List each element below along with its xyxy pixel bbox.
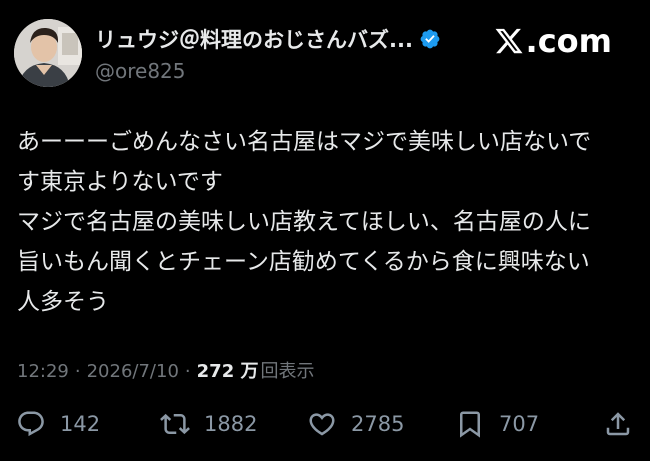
meta-separator: ·: [184, 361, 191, 382]
tweet-meta: 12:29 · 2026/7/10 · 272 万 回表示: [17, 357, 314, 383]
tweet-line: マジで名古屋の美味しい店教えてほしい、名古屋の人に: [17, 209, 591, 235]
brand-domain: .com: [525, 22, 612, 60]
tweet-time[interactable]: 12:29: [17, 361, 69, 382]
views-label: 回表示: [260, 361, 315, 382]
like-button[interactable]: 2785: [307, 404, 404, 444]
author-block: リュウジ＠料理のおじさんバズ... @ore825: [95, 23, 441, 83]
x-logo-icon: [495, 28, 523, 54]
tweet-text: あーーーごめんなさい名古屋はマジで美味しい店ないで す東京よりないです マジで名…: [17, 122, 637, 322]
author-handle[interactable]: @ore825: [95, 59, 441, 83]
verified-badge-icon: [420, 29, 440, 49]
avatar-image: [14, 19, 82, 87]
heart-icon: [309, 413, 335, 436]
tweet-line: 人多そう: [17, 289, 109, 315]
display-name[interactable]: リュウジ＠料理のおじさんバズ...: [95, 24, 413, 54]
bookmark-button[interactable]: 707: [455, 404, 539, 444]
reply-button[interactable]: 142: [16, 404, 100, 444]
tweet-line: す東京よりないです: [17, 169, 223, 195]
action-bar: 142 1882 2785 707: [0, 404, 650, 444]
repost-icon: [160, 413, 190, 435]
bookmark-count: 707: [499, 412, 540, 436]
x-brand: .com: [494, 22, 612, 60]
tweet-date[interactable]: 2026/7/10: [87, 361, 179, 382]
tweet-line: あーーーごめんなさい名古屋はマジで美味しい店ないで: [17, 129, 592, 155]
reply-count: 142: [60, 412, 101, 436]
avatar[interactable]: [14, 19, 82, 87]
share-icon: [606, 412, 630, 436]
repost-count: 1882: [204, 412, 258, 436]
reply-icon: [18, 411, 44, 437]
meta-separator: ·: [74, 361, 81, 382]
repost-button[interactable]: 1882: [160, 404, 257, 444]
tweet-line: 旨いもん聞くとチェーン店勧めてくるから食に興味ない: [17, 249, 590, 275]
tweet-card: リュウジ＠料理のおじさんバズ... @ore825 .com あーーーごめんなさ…: [0, 0, 650, 461]
author-name-row: リュウジ＠料理のおじさんバズ...: [95, 23, 441, 55]
share-button[interactable]: [603, 404, 633, 444]
like-count: 2785: [351, 412, 405, 436]
bookmark-icon: [460, 411, 480, 438]
views-count: 272 万: [196, 361, 259, 382]
